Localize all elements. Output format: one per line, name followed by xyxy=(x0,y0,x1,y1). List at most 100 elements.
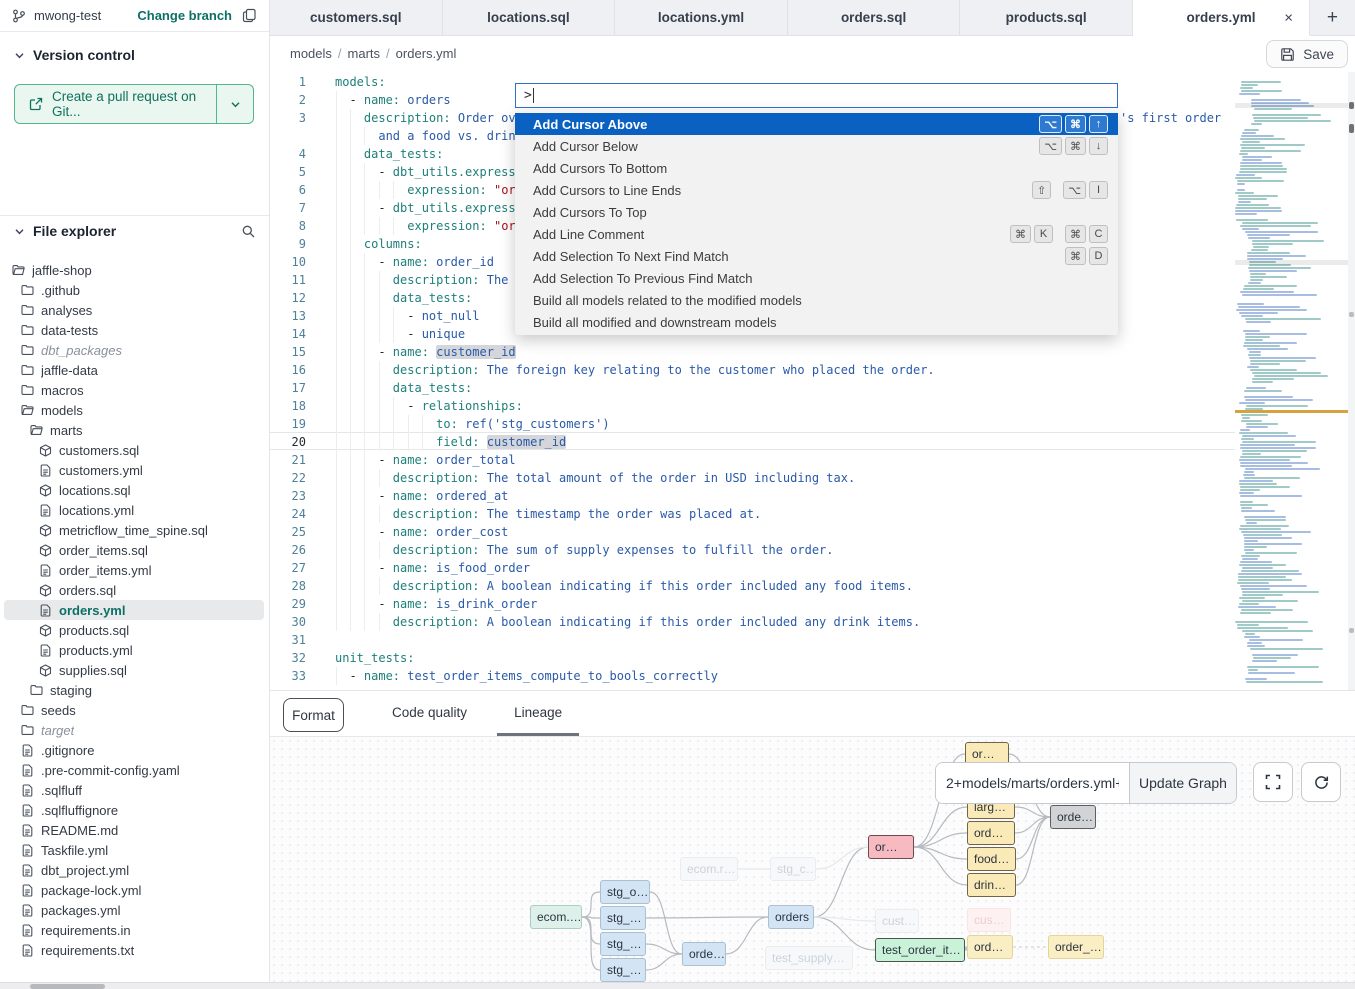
palette-item-add-cursor-above[interactable]: Add Cursor Above⌥⌘↑ xyxy=(515,113,1118,135)
palette-item-add-cursors-to-bottom[interactable]: Add Cursors To Bottom xyxy=(515,157,1118,179)
panel-tab-lineage[interactable]: Lineage xyxy=(497,691,579,736)
code-line-17[interactable]: data_tests: xyxy=(335,379,1235,397)
lineage-node-f1[interactable]: ecom.r… xyxy=(680,857,738,881)
code-line-31[interactable] xyxy=(335,631,1235,649)
tree-item-dbt_project.yml[interactable]: dbt_project.yml xyxy=(4,860,264,880)
panel-tab-code-quality[interactable]: Code quality xyxy=(375,691,484,736)
create-pull-request-button[interactable]: Create a pull request on Git... xyxy=(14,84,254,124)
code-line-19[interactable]: to: ref('stg_customers') xyxy=(335,415,1235,433)
tree-item-README.md[interactable]: README.md xyxy=(4,820,264,840)
lineage-node-s3[interactable]: stg_… xyxy=(600,932,646,956)
tree-item-analyses[interactable]: analyses xyxy=(4,300,264,320)
palette-item-build-all-models-related-to-the-modified-models[interactable]: Build all models related to the modified… xyxy=(515,289,1118,311)
code-line-23[interactable]: - name: ordered_at xyxy=(335,487,1235,505)
minimap[interactable] xyxy=(1235,75,1348,685)
tree-item-jaffle-shop[interactable]: jaffle-shop xyxy=(4,260,264,280)
tree-item-supplies.sql[interactable]: supplies.sql xyxy=(4,660,264,680)
code-line-21[interactable]: - name: order_total xyxy=(335,451,1235,469)
tree-item-staging[interactable]: staging xyxy=(4,680,264,700)
code-line-18[interactable]: - relationships: xyxy=(335,397,1235,415)
tab-locations.sql[interactable]: locations.sql xyxy=(443,0,616,36)
code-line-27[interactable]: - name: is_food_order xyxy=(335,559,1235,577)
tree-item-Taskfile.yml[interactable]: Taskfile.yml xyxy=(4,840,264,860)
tree-item-.sqlfluff[interactable]: .sqlfluff xyxy=(4,780,264,800)
tree-item-jaffle-data[interactable]: jaffle-data xyxy=(4,360,264,380)
tab-products.sql[interactable]: products.sql xyxy=(960,0,1133,36)
palette-item-add-cursor-below[interactable]: Add Cursor Below⌥⌘↓ xyxy=(515,135,1118,157)
search-icon[interactable] xyxy=(241,224,256,239)
lineage-node-y2[interactable]: ord… xyxy=(967,821,1015,845)
tree-item-locations.yml[interactable]: locations.yml xyxy=(4,500,264,520)
code-line-15[interactable]: - name: customer_id xyxy=(335,343,1235,361)
lineage-node-e1[interactable]: ecom.… xyxy=(530,905,582,929)
horizontal-scrollbar[interactable] xyxy=(0,982,1355,989)
tree-item-seeds[interactable]: seeds xyxy=(4,700,264,720)
tree-item-.github[interactable]: .github xyxy=(4,280,264,300)
tree-item-requirements.in[interactable]: requirements.in xyxy=(4,920,264,940)
code-line-20[interactable]: field: customer_id xyxy=(335,433,1235,451)
tree-item-models[interactable]: models xyxy=(4,400,264,420)
scrollbar-thumb[interactable] xyxy=(30,984,105,989)
code-line-26[interactable]: description: The sum of supply expenses … xyxy=(335,541,1235,559)
tree-item-packages.yml[interactable]: packages.yml xyxy=(4,900,264,920)
palette-item-add-selection-to-next-find-match[interactable]: Add Selection To Next Find Match⌘D xyxy=(515,245,1118,267)
new-tab-button[interactable]: + xyxy=(1310,0,1355,36)
code-line-30[interactable]: description: A boolean indicating if thi… xyxy=(335,613,1235,631)
lineage-node-y5[interactable]: ord… xyxy=(967,935,1013,959)
update-graph-button[interactable]: Update Graph xyxy=(1129,763,1236,803)
tree-item-dbt_packages[interactable]: dbt_packages xyxy=(4,340,264,360)
tree-item-customers.sql[interactable]: customers.sql xyxy=(4,440,264,460)
save-button[interactable]: Save xyxy=(1266,40,1348,68)
tree-item-customers.yml[interactable]: customers.yml xyxy=(4,460,264,480)
palette-item-add-cursors-to-line-ends[interactable]: Add Cursors to Line Ends⇧⌥I xyxy=(515,179,1118,201)
lineage-node-ord[interactable]: orders xyxy=(768,905,814,929)
tree-item-order_items.yml[interactable]: order_items.yml xyxy=(4,560,264,580)
tree-item-marts[interactable]: marts xyxy=(4,420,264,440)
palette-item-add-selection-to-previous-find-match[interactable]: Add Selection To Previous Find Match xyxy=(515,267,1118,289)
editor-scrollbar[interactable] xyxy=(1348,72,1355,690)
lineage-node-f4[interactable]: test_supply… xyxy=(765,946,853,970)
tree-item-metricflow_time_spine.sql[interactable]: metricflow_time_spine.sql xyxy=(4,520,264,540)
lineage-node-s2[interactable]: stg_… xyxy=(600,906,646,930)
tree-item-.gitignore[interactable]: .gitignore xyxy=(4,740,264,760)
tree-item-package-lock.yml[interactable]: package-lock.yml xyxy=(4,880,264,900)
fullscreen-icon[interactable] xyxy=(1253,762,1293,802)
change-branch-link[interactable]: Change branch xyxy=(137,8,232,23)
format-button[interactable]: Format xyxy=(283,698,344,732)
tree-item-orders.sql[interactable]: orders.sql xyxy=(4,580,264,600)
lineage-node-f2[interactable]: stg_c… xyxy=(770,857,816,881)
lineage-node-tg[interactable]: test_order_it… xyxy=(875,938,965,962)
palette-item-add-cursors-to-top[interactable]: Add Cursors To Top xyxy=(515,201,1118,223)
tree-item-products.yml[interactable]: products.yml xyxy=(4,640,264,660)
refresh-icon[interactable] xyxy=(1301,762,1341,802)
lineage-node-s4[interactable]: stg_… xyxy=(600,958,646,982)
pr-dropdown-toggle[interactable] xyxy=(217,85,253,123)
close-icon[interactable]: × xyxy=(1284,9,1293,26)
code-line-28[interactable]: description: A boolean indicating if thi… xyxy=(335,577,1235,595)
lineage-node-f3[interactable]: cust… xyxy=(875,909,919,933)
tree-item-products.sql[interactable]: products.sql xyxy=(4,620,264,640)
tree-item-.pre-commit-config.yaml[interactable]: .pre-commit-config.yaml xyxy=(4,760,264,780)
tab-locations.yml[interactable]: locations.yml xyxy=(615,0,788,36)
code-line-22[interactable]: description: The total amount of the ord… xyxy=(335,469,1235,487)
tab-orders.yml[interactable]: orders.yml× xyxy=(1133,0,1310,36)
tab-customers.sql[interactable]: customers.sql xyxy=(270,0,443,36)
lineage-node-pk[interactable]: or… xyxy=(868,835,914,859)
code-line-33[interactable]: - name: test_order_items_compute_to_bool… xyxy=(335,667,1235,685)
lineage-node-s1[interactable]: stg_o… xyxy=(600,880,650,904)
lineage-node-g1[interactable]: orde… xyxy=(1050,805,1096,829)
tab-orders.sql[interactable]: orders.sql xyxy=(788,0,961,36)
command-palette-input[interactable]: > xyxy=(515,83,1118,108)
tree-item-data-tests[interactable]: data-tests xyxy=(4,320,264,340)
lineage-node-y4[interactable]: drin… xyxy=(967,873,1016,897)
lineage-filter-input[interactable] xyxy=(936,763,1129,803)
tree-item-orders.yml[interactable]: orders.yml xyxy=(4,600,264,620)
tree-item-locations.sql[interactable]: locations.sql xyxy=(4,480,264,500)
lineage-node-y3[interactable]: food… xyxy=(967,847,1016,871)
tree-item-order_items.sql[interactable]: order_items.sql xyxy=(4,540,264,560)
tree-item-.sqlfluffignore[interactable]: .sqlfluffignore xyxy=(4,800,264,820)
tree-item-macros[interactable]: macros xyxy=(4,380,264,400)
code-line-25[interactable]: - name: order_cost xyxy=(335,523,1235,541)
tree-item-target[interactable]: target xyxy=(4,720,264,740)
palette-item-add-line-comment[interactable]: Add Line Comment⌘K⌘C xyxy=(515,223,1118,245)
